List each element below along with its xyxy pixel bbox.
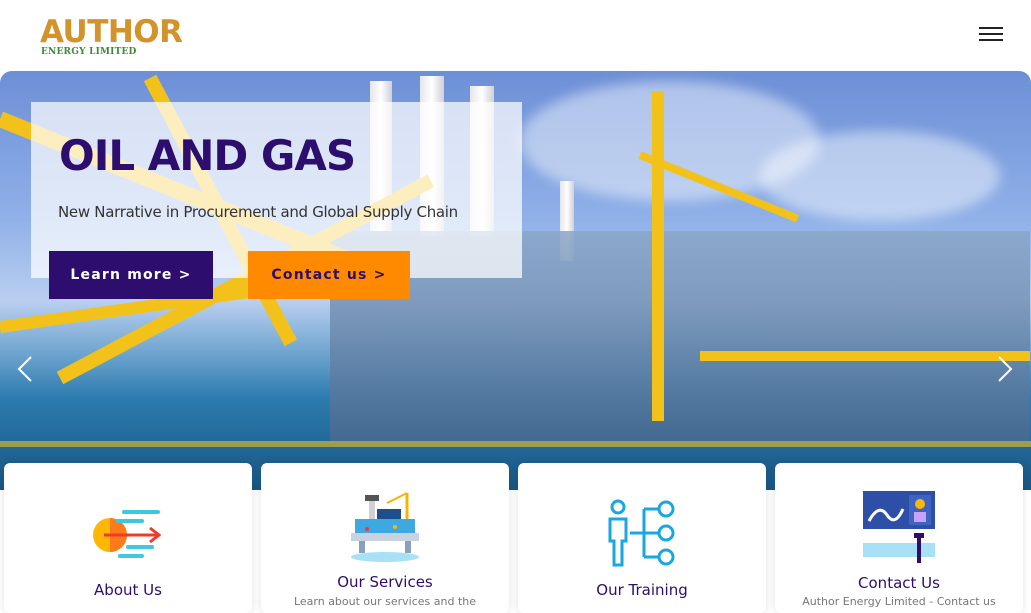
site-header: AUTHOR ENERGY LIMITED [0,0,1031,71]
chevron-left-icon[interactable] [14,354,36,384]
card-title: Our Training [596,581,688,599]
chevron-right-icon[interactable] [994,354,1016,384]
logo-subtext: ENERGY LIMITED [41,47,137,57]
learn-more-button[interactable]: Learn more > [49,251,213,299]
card-about-us[interactable]: About Us [4,463,252,613]
oil-platform-icon [351,492,419,562]
card-our-training[interactable]: Our Training [518,463,766,613]
card-title: Contact Us [858,574,940,592]
card-our-services[interactable]: Our Services Learn about our services an… [261,463,509,613]
arrow-target-icon [93,510,162,558]
site-logo[interactable]: AUTHOR ENERGY LIMITED [40,14,200,58]
logo-text: AUTHOR [40,14,183,50]
person-network-icon [608,499,675,567]
hero-subtitle: New Narrative in Procurement and Global … [58,203,458,221]
card-title: Our Services [337,573,433,591]
presentation-board-icon [863,491,935,563]
feature-cards: About Us Our Services Learn about our se… [0,463,1031,613]
card-contact-us[interactable]: Contact Us Author Energy Limited - Conta… [775,463,1023,613]
hero-title: OIL AND GAS [59,131,356,180]
hamburger-menu-icon[interactable] [979,27,1003,45]
contact-us-button[interactable]: Contact us > [248,251,410,299]
card-title: About Us [94,581,162,599]
